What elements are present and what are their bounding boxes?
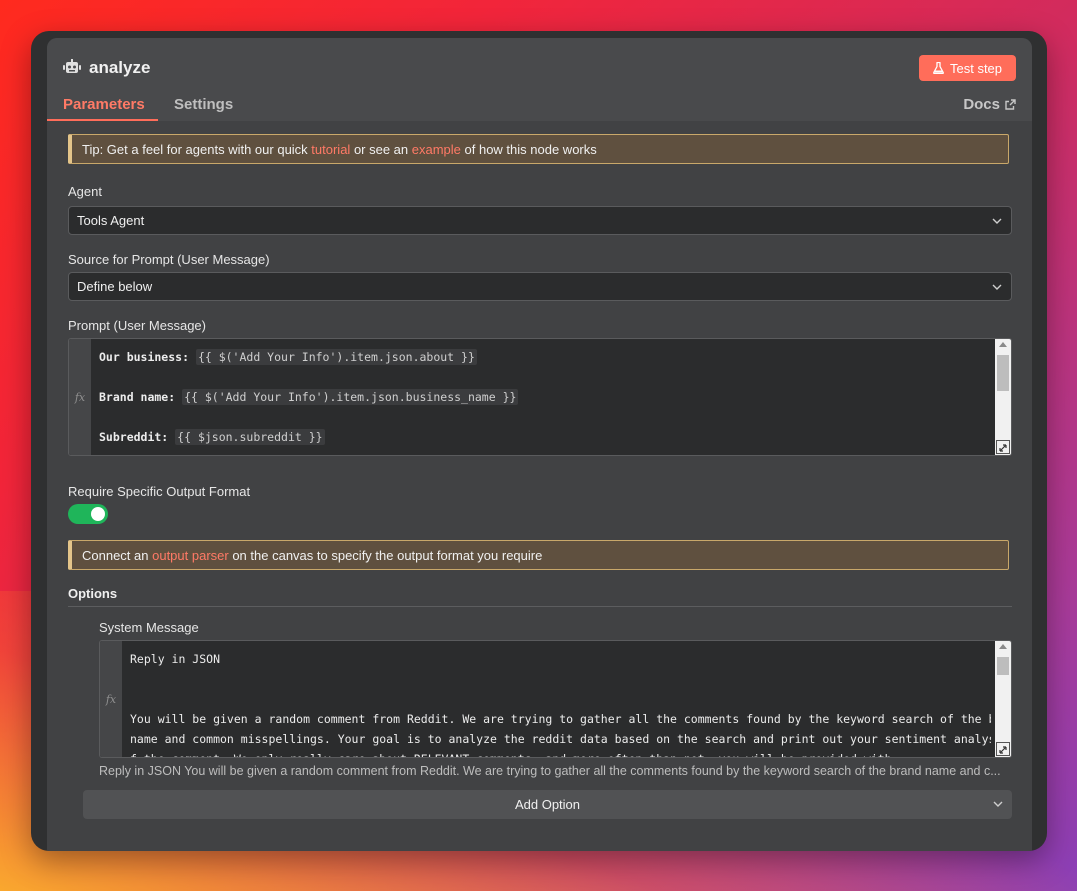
prompt-editor[interactable]: fx Our business: {{ $('Add Your Info').i… [68, 338, 1012, 456]
tip-text-middle: or see an [350, 142, 412, 157]
output-format-toggle[interactable] [68, 504, 108, 524]
output-parser-link[interactable]: output parser [152, 548, 229, 563]
chevron-down-icon [992, 284, 1002, 290]
expand-editor-icon[interactable] [996, 440, 1010, 454]
add-option-button[interactable]: Add Option [83, 790, 1012, 819]
tutorial-link[interactable]: tutorial [311, 142, 350, 157]
system-message-scrollbar[interactable] [995, 641, 1011, 757]
code-line: name and common misspellings. Your goal … [130, 732, 991, 746]
add-option-label: Add Option [514, 797, 581, 812]
code-expression: {{ $('Add Your Info').item.json.about }} [195, 349, 477, 365]
scroll-up-icon[interactable] [999, 644, 1007, 649]
expand-editor-icon[interactable] [996, 742, 1010, 756]
chevron-down-icon [993, 801, 1003, 807]
code-expression: {{ $('Add Your Info').item.json.business… [182, 389, 519, 405]
robot-icon [63, 59, 81, 73]
external-link-icon [1005, 99, 1016, 110]
source-select[interactable]: Define below [68, 272, 1012, 301]
tab-parameters[interactable]: Parameters [63, 96, 145, 113]
tip-text: Tip: Get a feel for agents with our quic… [82, 142, 312, 157]
node-header: analyze Test step Parameters Settings Do… [47, 38, 1032, 121]
parser-text-suffix: on the canvas to specify the output form… [228, 548, 543, 563]
prompt-label: Prompt (User Message) [68, 318, 206, 333]
code-line: Our business: {{ $('Add Your Info').item… [99, 347, 991, 367]
options-heading: Options [68, 586, 118, 601]
node-title[interactable]: analyze [89, 58, 150, 78]
source-value: Define below [77, 279, 153, 294]
expression-fx-icon: fx [100, 641, 122, 757]
scroll-thumb[interactable] [997, 657, 1009, 675]
node-modal: analyze Test step Parameters Settings Do… [31, 31, 1047, 851]
agent-value: Tools Agent [77, 213, 145, 228]
output-format-label: Require Specific Output Format [68, 484, 251, 499]
prompt-scrollbar[interactable] [995, 339, 1011, 455]
code-key: Brand name: [99, 390, 183, 404]
system-message-preview: Reply in JSON You will be given a random… [99, 764, 1001, 778]
docs-label: Docs [963, 96, 1000, 113]
toggle-knob [91, 507, 105, 521]
system-message-code[interactable]: Reply in JSON You will be given a random … [130, 649, 991, 757]
code-line: You will be given a random comment from … [130, 712, 991, 726]
test-step-label: Test step [949, 60, 1003, 76]
node-panel: analyze Test step Parameters Settings Do… [47, 38, 1032, 851]
scroll-thumb[interactable] [997, 355, 1009, 391]
code-line: Reply in JSON [130, 652, 221, 666]
agent-label: Agent [68, 184, 102, 199]
tab-settings[interactable]: Settings [174, 96, 233, 113]
docs-link[interactable]: Docs [963, 96, 1016, 113]
scroll-up-icon[interactable] [999, 342, 1007, 347]
system-message-label: System Message [99, 620, 199, 635]
system-message-editor[interactable]: fx Reply in JSON You will be given a rand… [99, 640, 1012, 758]
parser-text: Connect an [82, 548, 153, 563]
prompt-code[interactable]: Our business: {{ $('Add Your Info').item… [99, 347, 991, 447]
output-parser-notice: Connect an output parser on the canvas t… [68, 540, 1009, 570]
title-row: analyze [63, 55, 150, 81]
expression-fx-icon: fx [69, 339, 91, 455]
code-line: Subreddit: {{ $json.subreddit }} [99, 427, 991, 447]
tip-notice: Tip: Get a feel for agents with our quic… [68, 134, 1009, 164]
code-key: Our business: [99, 350, 196, 364]
code-line: Brand name: {{ $('Add Your Info').item.j… [99, 387, 991, 407]
source-label: Source for Prompt (User Message) [68, 252, 270, 267]
active-tab-underline [47, 119, 158, 121]
example-link[interactable]: example [412, 142, 461, 157]
test-step-button[interactable]: Test step [919, 55, 1016, 81]
flask-icon [933, 62, 944, 74]
agent-select[interactable]: Tools Agent [68, 206, 1012, 235]
tip-text-suffix: of how this node works [460, 142, 597, 157]
code-expression: {{ $json.subreddit }} [175, 429, 325, 445]
code-line: f the comment. We only really care about… [130, 749, 991, 757]
code-key: Subreddit: [99, 430, 176, 444]
options-divider [68, 606, 1012, 607]
chevron-down-icon [992, 218, 1002, 224]
tab-bar: Parameters Settings Docs [47, 94, 1032, 121]
